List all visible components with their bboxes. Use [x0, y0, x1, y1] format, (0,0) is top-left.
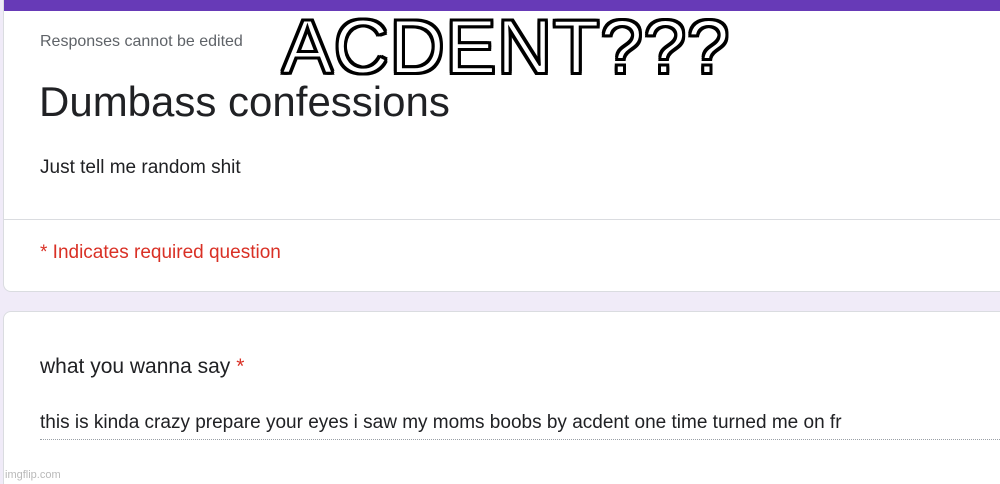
- required-note: * Indicates required question: [40, 242, 281, 263]
- question-label: what you wanna say: [40, 355, 231, 378]
- divider: [4, 219, 1000, 220]
- required-star: *: [236, 355, 245, 378]
- answer-field[interactable]: this is kinda crazy prepare your eyes i …: [40, 412, 1000, 440]
- page: Responses cannot be edited Dumbass confe…: [0, 0, 1000, 484]
- question-card: what you wanna say * this is kinda crazy …: [3, 311, 1000, 484]
- question-title: what you wanna say *: [40, 355, 244, 379]
- form-description: Just tell me random shit: [40, 157, 241, 178]
- watermark: imgflip.com: [5, 469, 61, 481]
- responses-note: Responses cannot be edited: [40, 33, 243, 50]
- meme-caption: ACDENT???: [281, 5, 731, 90]
